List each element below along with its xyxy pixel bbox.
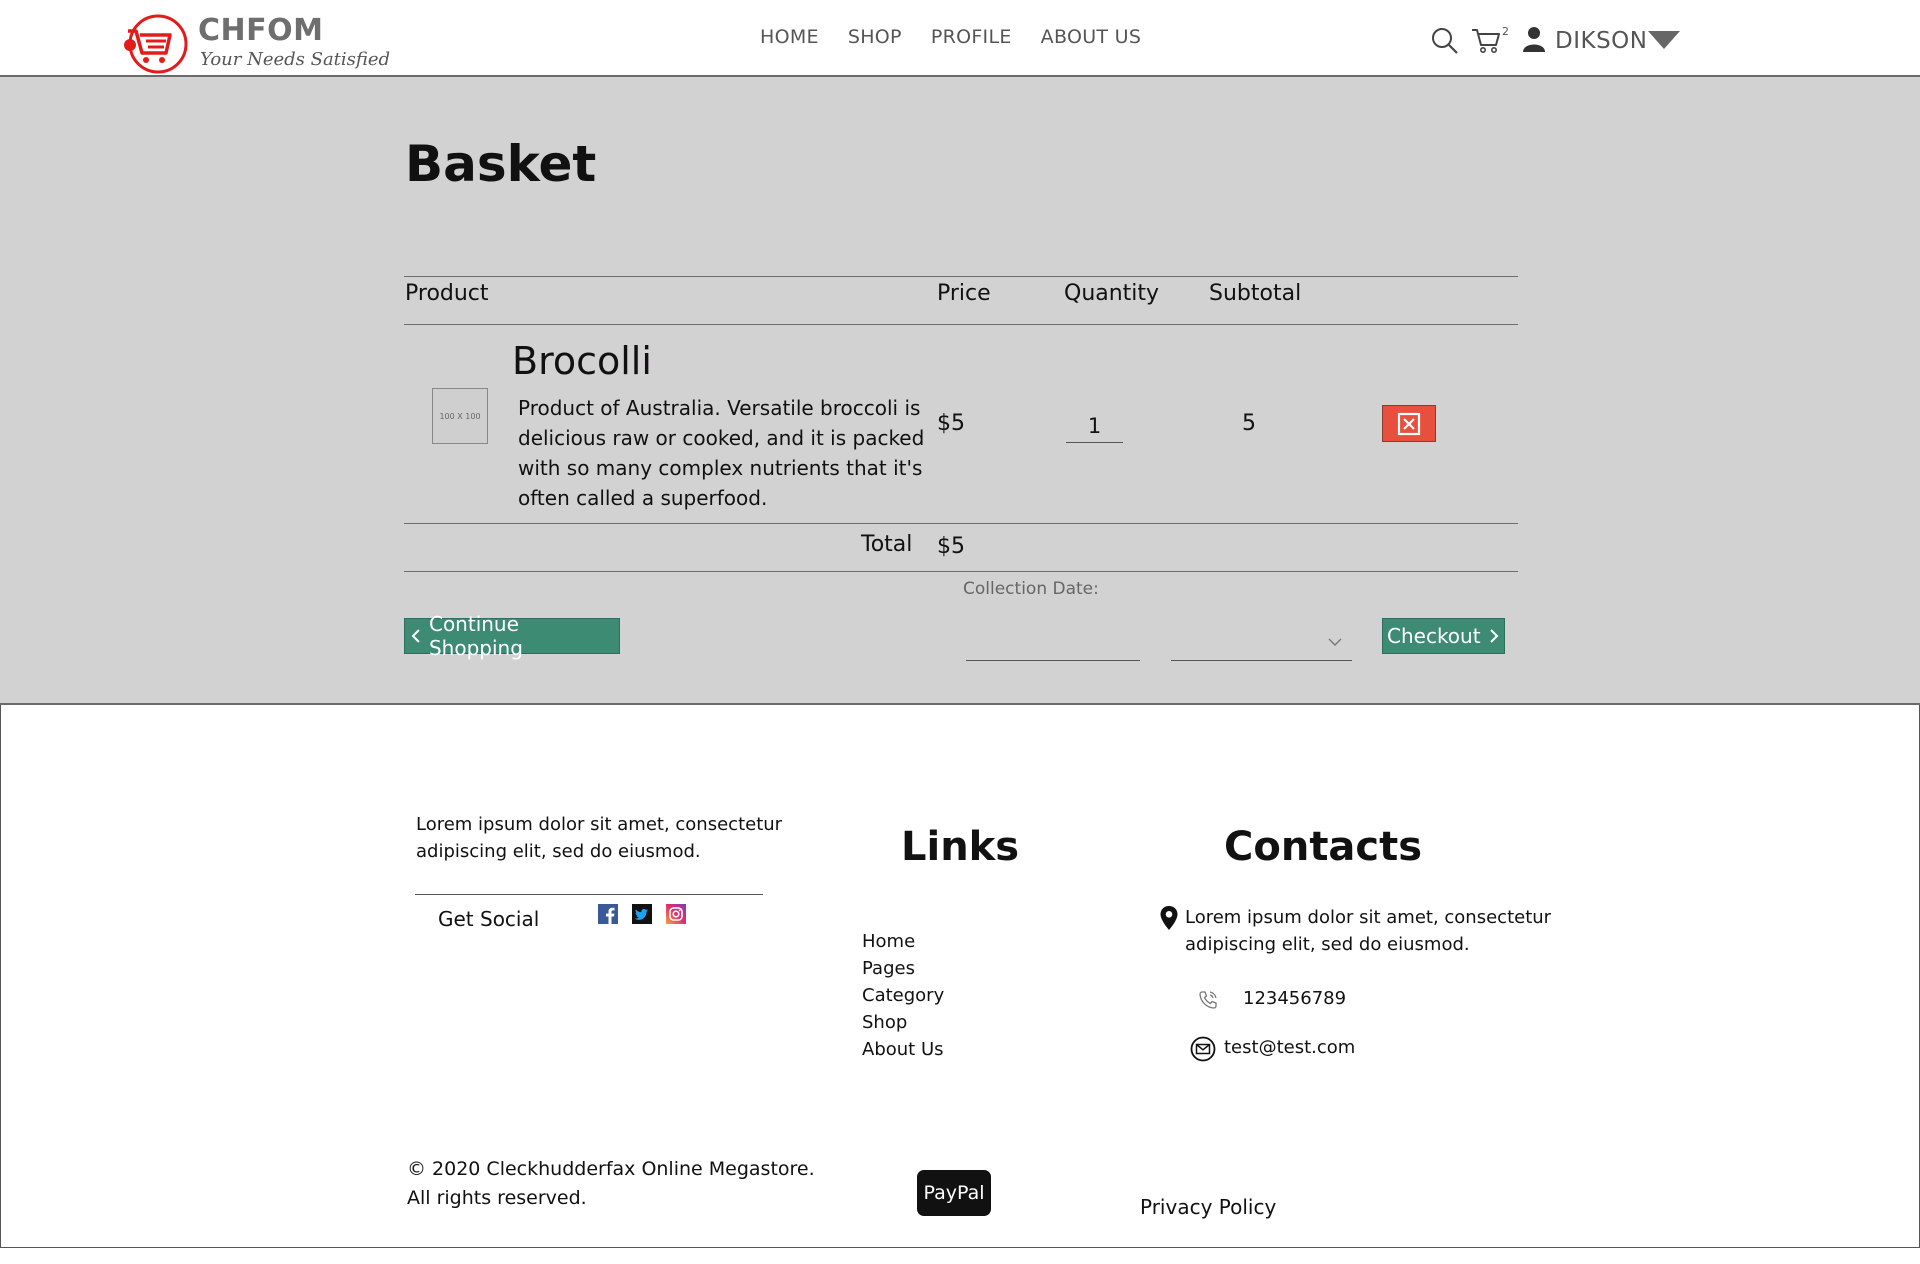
brand-tagline: Your Needs Satisfied (200, 49, 391, 70)
search-icon[interactable] (1430, 26, 1460, 56)
footer-link-category[interactable]: Category (862, 982, 944, 1009)
chevron-left-icon (411, 629, 420, 643)
map-pin-icon (1160, 906, 1178, 930)
collection-date-label: Collection Date: (963, 579, 1099, 599)
paypal-badge[interactable]: PayPal (917, 1170, 991, 1216)
nav-shop[interactable]: SHOP (848, 26, 902, 48)
brand-name: CHFOM (198, 13, 324, 48)
product-description: Product of Australia. Versatile broccoli… (518, 396, 925, 510)
footer-link-about-us[interactable]: About Us (862, 1036, 944, 1063)
footer-link-shop[interactable]: Shop (862, 1009, 944, 1036)
links-title: Links (901, 824, 1020, 870)
username[interactable]: DIKSON (1555, 28, 1647, 54)
checkout-label: Checkout (1387, 624, 1481, 648)
total-value: $5 (937, 534, 965, 559)
contacts-title: Contacts (1224, 824, 1423, 870)
footer-divider (415, 894, 763, 895)
product-image-placeholder: 100 X 100 (432, 388, 488, 444)
privacy-policy-link[interactable]: Privacy Policy (1140, 1195, 1276, 1219)
copyright: © 2020 Cleckhudderfax Online Megastore. … (407, 1155, 827, 1213)
nav-about-us[interactable]: ABOUT US (1041, 26, 1142, 48)
collection-date-input[interactable] (966, 625, 1140, 661)
copyright-line-2: All rights reserved. (407, 1187, 587, 1209)
quantity-input[interactable] (1066, 409, 1123, 443)
total-divider (404, 571, 1518, 572)
email-icon (1190, 1036, 1216, 1062)
copyright-line-1: © 2020 Cleckhudderfax Online Megastore. (407, 1158, 815, 1180)
facebook-icon[interactable] (598, 904, 618, 924)
continue-shopping-label: Continue Shopping (428, 612, 523, 660)
nav-home[interactable]: HOME (760, 26, 819, 48)
contact-email[interactable]: test@test.com (1224, 1037, 1355, 1058)
remove-item-button[interactable] (1382, 405, 1436, 442)
header-divider (404, 324, 1518, 325)
instagram-icon[interactable] (666, 904, 686, 924)
product-subtotal: 5 (1242, 411, 1256, 436)
column-header-subtotal: Subtotal (1209, 281, 1302, 306)
site-header: CHFOM Your Needs Satisfied HOME SHOP PRO… (0, 0, 1920, 77)
main-nav: HOME SHOP PROFILE ABOUT US (760, 26, 1141, 48)
column-header-price: Price (937, 281, 991, 306)
continue-shopping-button[interactable]: Continue Shopping (404, 612, 620, 660)
chevron-down-icon (1328, 638, 1342, 646)
chevron-right-icon (1489, 629, 1498, 643)
footer-link-home[interactable]: Home (862, 928, 944, 955)
footer-about-text: Lorem ipsum dolor sit amet, consectetur … (416, 814, 783, 862)
twitter-icon[interactable] (632, 904, 652, 924)
logo[interactable]: CHFOM Your Needs Satisfied (122, 11, 390, 74)
cart-count-badge: 2 (1502, 25, 1509, 38)
product-name[interactable]: Brocolli (512, 339, 652, 383)
cart-logo-icon (124, 14, 188, 74)
product-price: $5 (937, 411, 965, 436)
checkout-button[interactable]: Checkout (1382, 618, 1505, 654)
social-label: Get Social (438, 907, 540, 931)
table-top-divider (404, 276, 1518, 277)
contact-address: Lorem ipsum dolor sit amet, consectetur … (1185, 907, 1552, 955)
row-divider (404, 523, 1518, 524)
footer-link-pages[interactable]: Pages (862, 955, 944, 982)
page-title: Basket (405, 135, 597, 193)
contact-phone: 123456789 (1243, 988, 1347, 1009)
nav-profile[interactable]: PROFILE (931, 26, 1012, 48)
cart-icon[interactable] (1470, 25, 1502, 55)
close-icon (1397, 412, 1421, 435)
column-header-product: Product (405, 281, 489, 306)
collection-time-select[interactable] (1171, 625, 1352, 661)
basket-section: Basket Product Price Quantity Subtotal 1… (0, 77, 1920, 705)
footer-links: Home Pages Category Shop About Us (862, 928, 944, 1063)
chevron-down-icon[interactable] (1648, 31, 1680, 49)
column-header-quantity: Quantity (1064, 281, 1160, 306)
user-icon[interactable] (1522, 26, 1546, 52)
phone-icon (1199, 991, 1217, 1009)
total-label: Total (861, 532, 913, 557)
